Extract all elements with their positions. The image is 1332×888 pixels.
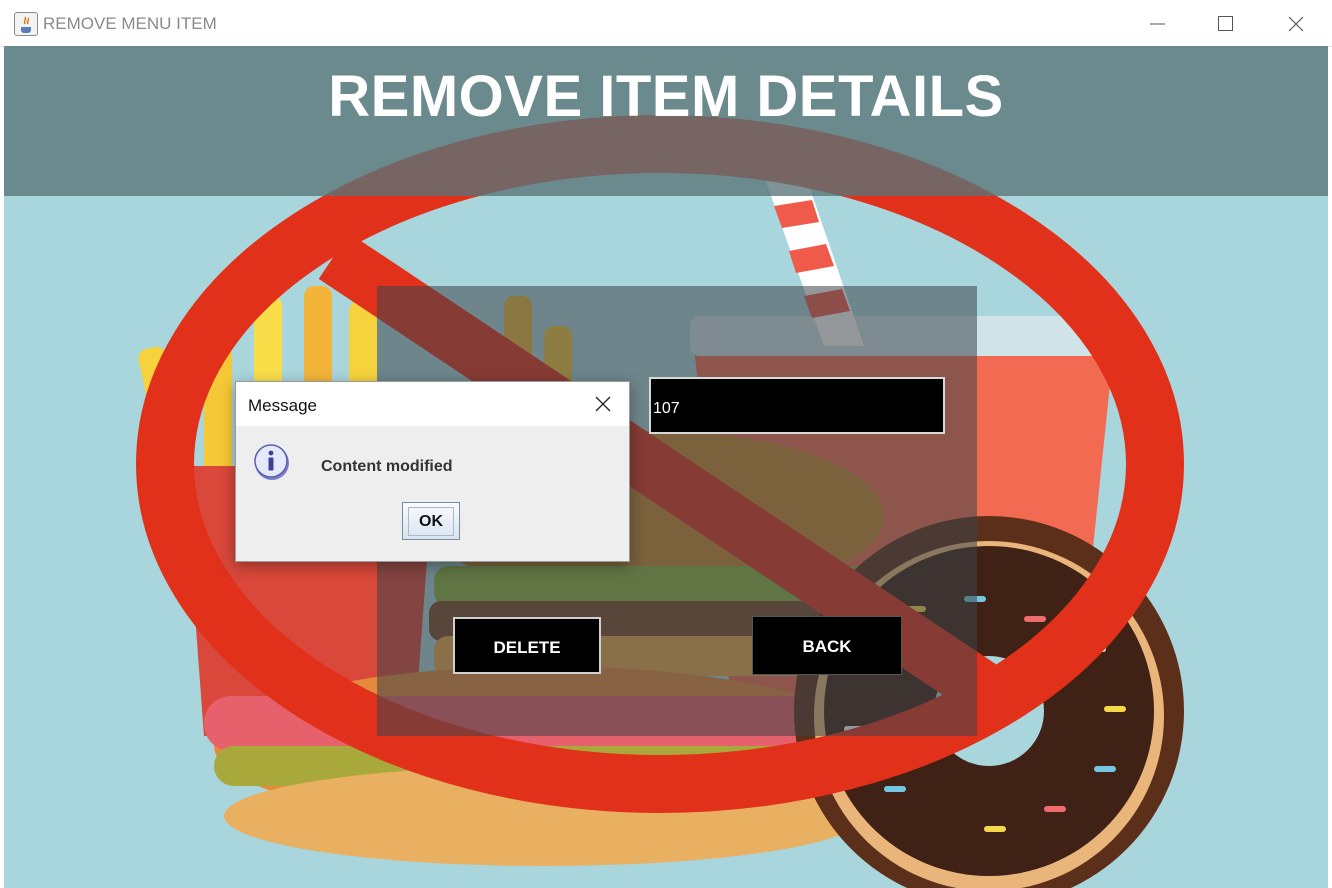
minimize-icon	[1150, 23, 1165, 25]
java-app-icon	[14, 12, 38, 36]
dialog-close-button[interactable]	[588, 390, 618, 418]
window-close-button[interactable]	[1262, 0, 1328, 46]
info-icon	[254, 444, 289, 480]
dialog-titlebar: Message	[236, 382, 629, 426]
message-dialog: Message Content modified OK	[235, 381, 630, 562]
maximize-icon	[1218, 16, 1233, 31]
window-titlebar: REMOVE MENU ITEM	[0, 0, 1332, 47]
dialog-message: Content modified	[321, 458, 453, 475]
maximize-button[interactable]	[1192, 0, 1258, 46]
page-title: REMOVE ITEM DETAILS	[328, 64, 1004, 129]
ok-button[interactable]: OK	[402, 502, 460, 540]
close-icon	[595, 396, 611, 412]
item-id-field[interactable]: 107	[649, 377, 945, 434]
close-icon	[1288, 16, 1304, 32]
minimize-button[interactable]	[1124, 0, 1190, 46]
window-content: REMOVE ITEM DETAILS 107 DELETE BACK	[4, 46, 1328, 888]
dialog-title: Message	[248, 396, 317, 415]
window-title: REMOVE MENU ITEM	[43, 14, 217, 33]
header-banner: REMOVE ITEM DETAILS	[4, 46, 1328, 196]
back-button[interactable]: BACK	[752, 616, 902, 675]
delete-button[interactable]: DELETE	[453, 617, 601, 674]
ok-button-label: OK	[408, 507, 454, 536]
